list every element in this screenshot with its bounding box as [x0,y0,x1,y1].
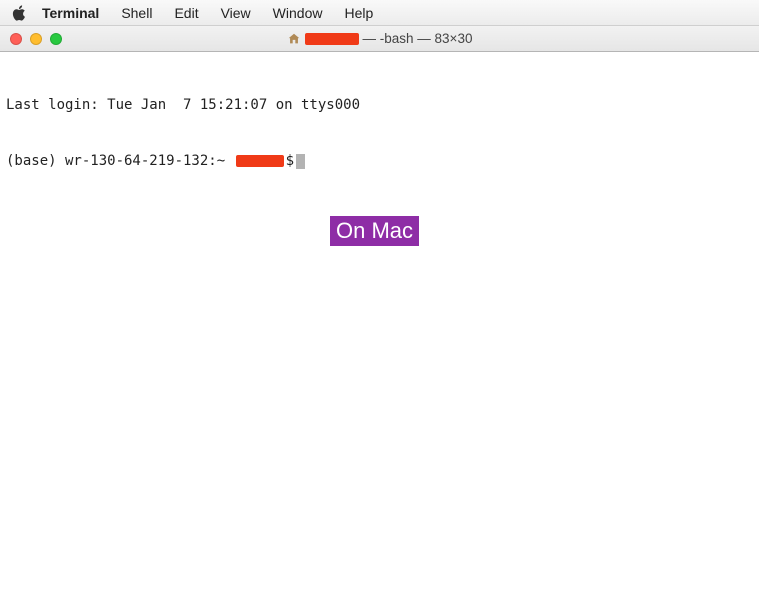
home-folder-icon [287,32,301,46]
redacted-username [305,33,359,45]
last-login-line: Last login: Tue Jan 7 15:21:07 on ttys00… [6,96,753,115]
menubar: Terminal Shell Edit View Window Help [0,0,759,26]
prompt-prefix: (base) wr-130-64-219-132:~ [6,153,234,169]
window-title-text: — -bash — 83×30 [363,31,473,46]
redacted-user-prompt [236,155,284,167]
window-titlebar: — -bash — 83×30 [0,26,759,52]
minimize-button[interactable] [30,33,42,45]
overlay-annotation: On Mac [330,216,419,246]
close-button[interactable] [10,33,22,45]
traffic-lights [10,33,62,45]
menu-shell[interactable]: Shell [121,5,152,21]
menu-edit[interactable]: Edit [174,5,198,21]
terminal-cursor [296,154,305,169]
apple-logo-icon[interactable] [12,6,26,20]
window-title: — -bash — 83×30 [287,31,473,46]
prompt-suffix: $ [286,153,294,169]
menu-help[interactable]: Help [344,5,373,21]
prompt-line: (base) wr-130-64-219-132:~ $ [6,152,753,171]
menu-app-name[interactable]: Terminal [42,5,99,21]
menu-window[interactable]: Window [273,5,323,21]
menu-view[interactable]: View [221,5,251,21]
terminal-content[interactable]: Last login: Tue Jan 7 15:21:07 on ttys00… [0,52,759,196]
zoom-button[interactable] [50,33,62,45]
